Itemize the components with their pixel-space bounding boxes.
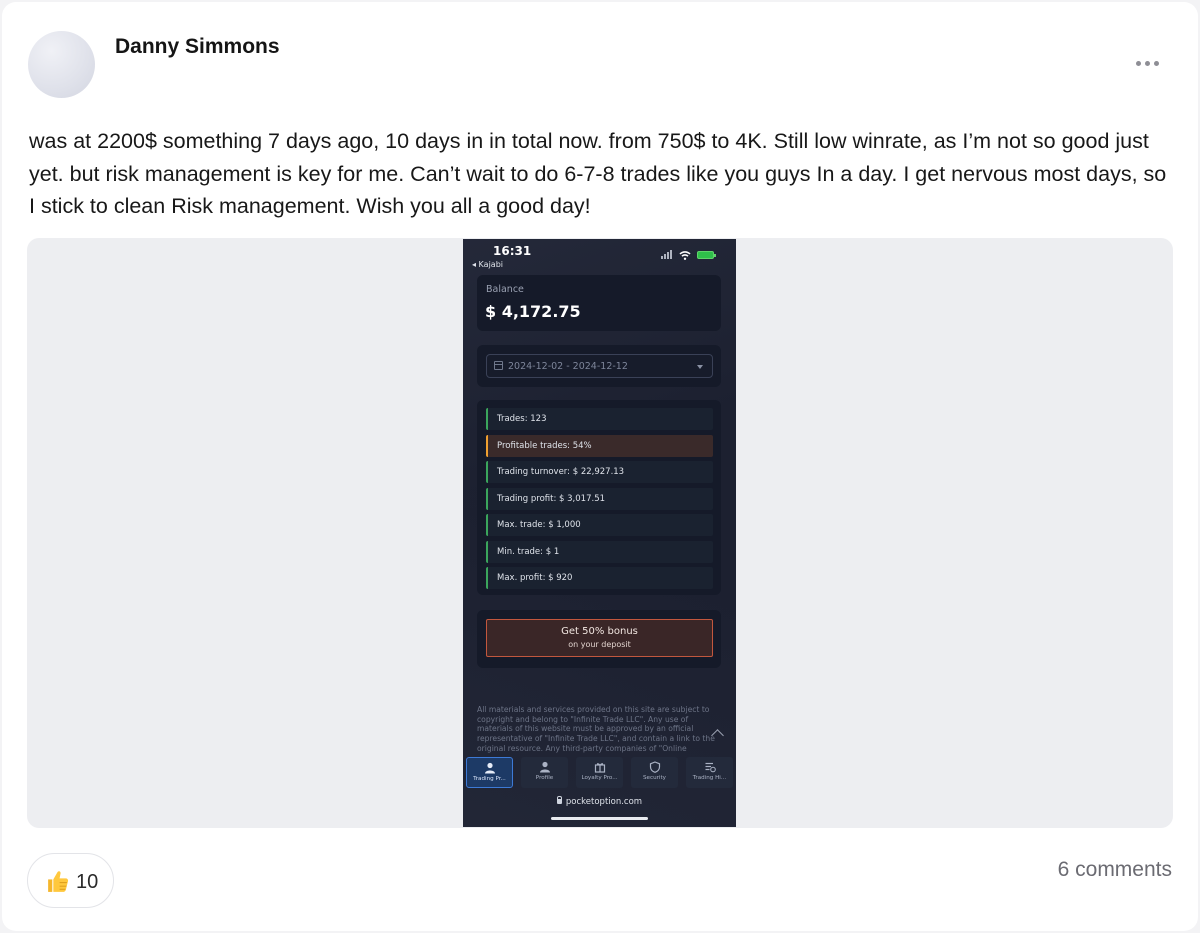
tab-profile[interactable]: Profile	[521, 757, 568, 788]
url-text: pocketoption.com	[565, 797, 643, 807]
stat-turnover: Trading turnover: $ 22,927.13	[486, 461, 713, 483]
author-name[interactable]: Danny Simmons	[115, 35, 280, 59]
calendar-icon	[494, 361, 503, 370]
battery-icon	[697, 251, 716, 259]
stat-max-profit: Max. profit: $ 920	[486, 567, 713, 589]
tab-loyalty-program[interactable]: Loyalty Pro...	[576, 757, 623, 788]
bonus-button[interactable]: Get 50% bonus on your deposit	[486, 619, 713, 657]
bottom-tab-bar: Trading Pr... Profile Loyalty Pro... Sec…	[463, 756, 736, 790]
bonus-title: Get 50% bonus	[561, 626, 638, 637]
stat-profitable-trades: Profitable trades: 54%	[486, 435, 713, 457]
comments-link[interactable]: 6 comments	[1058, 858, 1172, 882]
status-icons	[661, 249, 719, 261]
tab-trading-history[interactable]: Trading Hi...	[686, 757, 733, 788]
profile-icon	[539, 761, 550, 773]
avatar[interactable]	[28, 31, 95, 98]
wifi-icon	[679, 251, 691, 260]
date-range-select[interactable]: 2024-12-02 - 2024-12-12	[486, 354, 713, 378]
like-count: 10	[76, 871, 99, 893]
stat-max-trade: Max. trade: $ 1,000	[486, 514, 713, 536]
balance-value: $ 4,172.75	[485, 302, 581, 321]
stat-profit: Trading profit: $ 3,017.51	[486, 488, 713, 510]
tab-trading-profile[interactable]: Trading Pr...	[466, 757, 513, 788]
more-horizontal-icon	[1135, 60, 1141, 66]
gift-icon	[594, 763, 605, 773]
user-icon	[484, 762, 495, 774]
tab-security[interactable]: Security	[631, 757, 678, 788]
lock-icon	[556, 796, 562, 804]
stat-min-trade: Min. trade: $ 1	[486, 541, 713, 563]
balance-label: Balance	[486, 284, 524, 295]
home-indicator	[551, 817, 648, 820]
back-to-app: ◂ Kajabi	[472, 260, 503, 269]
like-button[interactable]: 10	[27, 853, 114, 908]
post-body: was at 2200$ something 7 days ago, 10 da…	[29, 129, 1167, 218]
history-list-icon	[705, 762, 716, 773]
browser-url-bar[interactable]: pocketoption.com	[463, 796, 736, 807]
more-options-button[interactable]	[1130, 50, 1164, 76]
date-range-value: 2024-12-02 - 2024-12-12	[508, 361, 628, 372]
shield-icon	[649, 761, 660, 773]
chevron-down-icon	[697, 365, 703, 369]
stat-trades: Trades: 123	[486, 408, 713, 430]
status-time: 16:31	[493, 244, 532, 258]
legal-disclaimer: All materials and services provided on t…	[477, 705, 715, 753]
phone-screenshot: 16:31 ◂ Kajabi Balance $ 4,172.75 2024-1…	[463, 239, 736, 827]
bonus-subtitle: on your deposit	[568, 640, 631, 649]
thumbs-up-icon	[48, 871, 69, 892]
